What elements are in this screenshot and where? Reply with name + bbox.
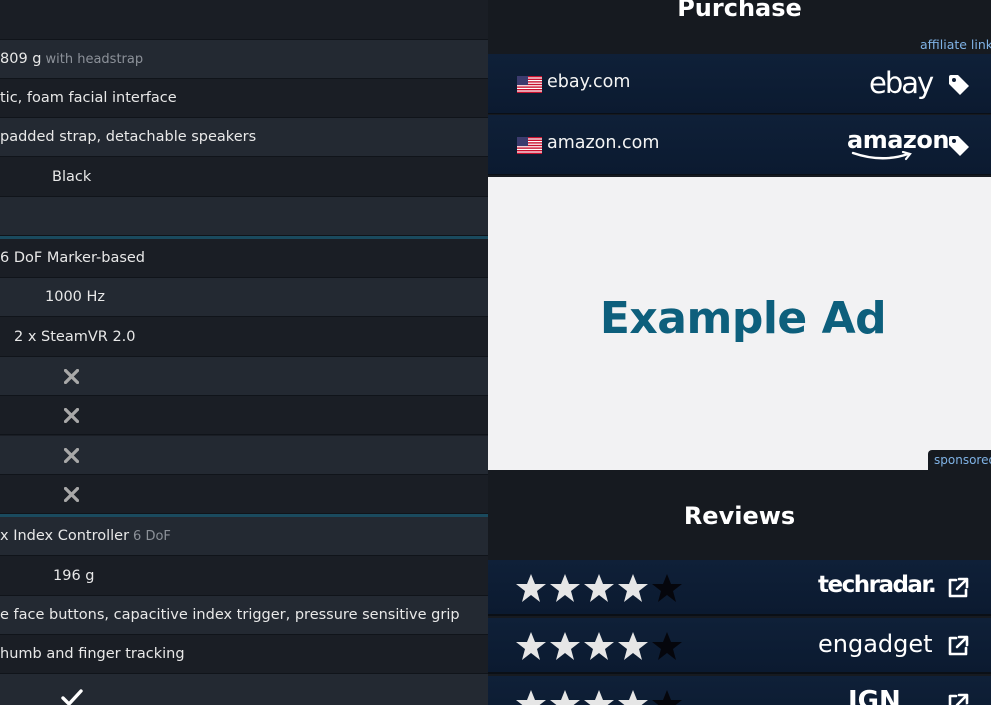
ign-logo: IGN	[848, 686, 901, 705]
facial-interface-value: tic, foam facial interface	[0, 90, 177, 106]
star-rating	[516, 632, 682, 660]
star-icon	[516, 690, 546, 705]
table-row: Black	[0, 158, 488, 197]
star-rating	[516, 574, 682, 602]
table-row	[0, 357, 488, 396]
table-row: x Index Controller 6 DoF	[0, 517, 488, 556]
star-icon	[618, 574, 648, 602]
ebay-logo: ebay	[869, 66, 934, 100]
techradar-logo: techradar.	[818, 572, 937, 598]
review-row-ign[interactable]: IGN	[488, 676, 991, 705]
color-value: Black	[52, 169, 92, 185]
table-row: humb and finger tracking	[0, 635, 488, 674]
table-row: e face buttons, capacitive index trigger…	[0, 596, 488, 635]
ad-banner[interactable]: Example Ad sponsored	[488, 177, 991, 470]
star-rating	[516, 690, 682, 705]
table-row	[0, 475, 488, 514]
cross-icon	[64, 408, 79, 423]
external-link-icon[interactable]	[947, 577, 969, 599]
star-icon	[618, 632, 648, 660]
store-name-amazon[interactable]: amazon.com	[547, 133, 659, 153]
table-row: 196 g	[0, 557, 488, 596]
controller-note: 6 DoF	[133, 529, 171, 544]
table-row	[0, 674, 488, 705]
star-icon	[584, 574, 614, 602]
star-icon	[516, 632, 546, 660]
table-row: padded strap, detachable speakers	[0, 118, 488, 157]
cross-icon	[64, 487, 79, 502]
star-icon	[618, 690, 648, 705]
strap-value: padded strap, detachable speakers	[0, 129, 257, 145]
table-row	[0, 197, 488, 236]
reviews-heading: Reviews	[683, 502, 796, 530]
cross-icon	[64, 369, 79, 384]
review-row-techradar[interactable]: techradar.	[488, 560, 991, 616]
weight-value: 809 g	[0, 51, 42, 67]
star-icon	[550, 574, 580, 602]
amazon-smile-icon	[851, 151, 912, 161]
review-row-engadget[interactable]: engadget	[488, 618, 991, 674]
star-icon	[516, 574, 546, 602]
ad-text: Example Ad	[599, 293, 887, 344]
price-tag-icon[interactable]	[947, 73, 971, 97]
star-icon	[584, 632, 614, 660]
store-row-ebay[interactable]: ebay.com ebay	[488, 54, 991, 114]
star-icon	[550, 632, 580, 660]
cross-icon	[64, 448, 79, 463]
table-row: tic, foam facial interface	[0, 79, 488, 118]
check-icon	[61, 689, 83, 705]
table-row	[0, 396, 488, 435]
price-tag-icon[interactable]	[947, 134, 971, 158]
table-row	[0, 1, 488, 40]
amazon-logo: amazon	[847, 126, 949, 154]
weight-note: with headstrap	[45, 52, 144, 67]
store-name-ebay[interactable]: ebay.com	[547, 72, 630, 92]
tracking-rate-value: 1000 Hz	[45, 289, 106, 305]
table-row: 1000 Hz	[0, 278, 488, 317]
table-row: 2 x SteamVR 2.0	[0, 318, 488, 357]
sponsored-label: sponsored	[928, 450, 991, 470]
table-row	[0, 436, 488, 475]
purchase-heading: Purchase	[677, 0, 802, 22]
external-link-icon[interactable]	[947, 693, 969, 705]
controller-buttons-value: e face buttons, capacitive index trigger…	[0, 607, 460, 623]
engadget-logo: engadget	[818, 630, 933, 658]
sidebar-panel: Purchase affiliate link ebay.com ebay am…	[488, 0, 991, 705]
star-icon	[652, 574, 682, 602]
table-row: 6 DoF Marker-based	[0, 239, 488, 278]
star-icon	[584, 690, 614, 705]
controller-weight-value: 196 g	[53, 568, 95, 584]
controller-tracking-value: humb and finger tracking	[0, 646, 185, 662]
table-row: 809 g with headstrap	[0, 40, 488, 79]
spec-table: 809 g with headstrap tic, foam facial int…	[0, 0, 488, 705]
us-flag-icon	[517, 76, 542, 93]
affiliate-link-label[interactable]: affiliate link	[920, 37, 991, 52]
star-icon	[652, 632, 682, 660]
store-row-amazon[interactable]: amazon.com amazon	[488, 115, 991, 175]
controller-value: x Index Controller	[0, 528, 130, 544]
base-stations-value: 2 x SteamVR 2.0	[14, 329, 136, 345]
star-icon	[550, 690, 580, 705]
tracking-value: 6 DoF Marker-based	[0, 250, 146, 266]
us-flag-icon	[517, 137, 542, 154]
star-icon	[652, 690, 682, 705]
external-link-icon[interactable]	[947, 635, 969, 657]
